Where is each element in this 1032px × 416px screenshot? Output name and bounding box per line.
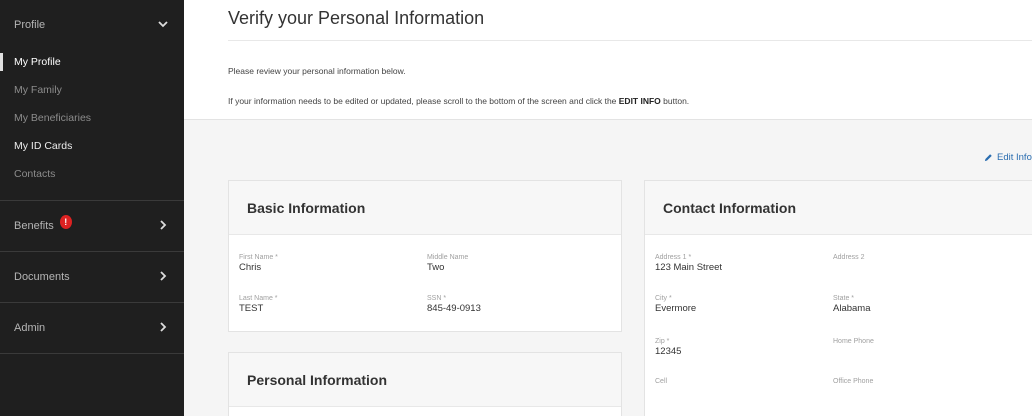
alert-badge: ! bbox=[59, 215, 72, 229]
sidebar-item-my-id-cards[interactable]: My ID Cards bbox=[0, 132, 184, 160]
chevron-right-icon bbox=[156, 270, 170, 284]
field-value: 845-49-0913 bbox=[427, 303, 481, 314]
page-title: Verify your Personal Information bbox=[228, 8, 485, 28]
sidebar-toggle-benefits[interactable]: Benefits ! bbox=[0, 201, 184, 251]
first-name-field: First Name * Chris bbox=[239, 253, 278, 274]
field-value: 12345 bbox=[655, 346, 682, 357]
field-label: City * bbox=[655, 295, 672, 302]
divider bbox=[228, 40, 1032, 41]
sidebar: Profile My Profile My Family My Benefici… bbox=[0, 0, 184, 416]
personal-information-heading: Personal Information bbox=[229, 353, 621, 407]
intro-text: Please review your personal information … bbox=[228, 66, 406, 76]
sidebar-item-my-family[interactable]: My Family bbox=[0, 76, 184, 104]
instructions-text: If your information needs to be edited o… bbox=[228, 96, 689, 106]
sidebar-toggle-admin[interactable]: Admin bbox=[0, 303, 184, 353]
instructions-bold: EDIT INFO bbox=[618, 96, 661, 106]
zip-field: Zip * 12345 bbox=[655, 337, 681, 358]
office-phone-field: Office Phone bbox=[833, 377, 873, 386]
sidebar-label-benefits: Benefits bbox=[14, 220, 54, 232]
field-value: Chris bbox=[239, 262, 262, 273]
chevron-right-icon bbox=[156, 219, 170, 233]
field-value: Evermore bbox=[655, 303, 697, 314]
sidebar-label-profile: Profile bbox=[14, 19, 46, 31]
sidebar-item-my-beneficiaries[interactable]: My Beneficiaries bbox=[0, 104, 184, 132]
pencil-icon bbox=[984, 153, 993, 162]
basic-information-heading: Basic Information bbox=[229, 181, 621, 235]
field-label: Home Phone bbox=[833, 338, 874, 345]
contact-information-card: Contact Information Address 1 * 123 Main… bbox=[644, 180, 1032, 416]
instructions-suffix: button. bbox=[660, 96, 690, 106]
main-content: Verify your Personal Information Please … bbox=[184, 0, 1032, 416]
field-label: Middle Name bbox=[427, 254, 469, 261]
field-label: Address 1 * bbox=[655, 254, 692, 261]
edit-info-link[interactable]: Edit Info bbox=[984, 152, 1032, 163]
personal-information-card: Personal Information bbox=[228, 352, 622, 416]
field-value: 123 Main Street bbox=[655, 262, 723, 273]
contact-information-heading: Contact Information bbox=[645, 181, 1032, 235]
sidebar-section-documents: Documents bbox=[0, 252, 184, 303]
sidebar-section-profile: Profile My Profile My Family My Benefici… bbox=[0, 0, 184, 201]
basic-information-card: Basic Information First Name * Chris Mid… bbox=[228, 180, 622, 332]
edit-info-label: Edit Info bbox=[997, 152, 1032, 163]
field-label: State * bbox=[833, 295, 855, 302]
sidebar-label-documents: Documents bbox=[14, 271, 70, 283]
field-value: Alabama bbox=[833, 303, 871, 314]
cell-field: Cell bbox=[655, 377, 667, 386]
sidebar-item-contacts[interactable]: Contacts bbox=[0, 160, 184, 188]
middle-name-field: Middle Name Two bbox=[427, 253, 468, 274]
field-value: Two bbox=[427, 262, 445, 273]
home-phone-field: Home Phone bbox=[833, 337, 874, 346]
address2-field: Address 2 bbox=[833, 253, 865, 262]
field-label: Office Phone bbox=[833, 378, 874, 385]
field-value: TEST bbox=[239, 303, 264, 314]
ssn-field: SSN * 845-49-0913 bbox=[427, 294, 481, 315]
field-label: Address 2 bbox=[833, 254, 865, 261]
sidebar-item-my-profile[interactable]: My Profile bbox=[0, 48, 184, 76]
sidebar-section-benefits: Benefits ! bbox=[0, 201, 184, 252]
city-field: City * Evermore bbox=[655, 294, 696, 315]
chevron-down-icon bbox=[156, 19, 170, 31]
field-label: Zip * bbox=[655, 338, 670, 345]
field-label: First Name * bbox=[239, 254, 278, 261]
sidebar-label-admin: Admin bbox=[14, 322, 46, 334]
sidebar-profile-submenu: My Profile My Family My Beneficiaries My… bbox=[0, 43, 184, 200]
sidebar-section-admin: Admin bbox=[0, 303, 184, 354]
instructions-prefix: If your information needs to be edited o… bbox=[228, 96, 619, 106]
field-label: Cell bbox=[655, 378, 668, 385]
sidebar-toggle-documents[interactable]: Documents bbox=[0, 252, 184, 302]
last-name-field: Last Name * TEST bbox=[239, 294, 278, 315]
field-label: Last Name * bbox=[239, 295, 278, 302]
field-label: SSN * bbox=[427, 295, 447, 302]
chevron-right-icon bbox=[156, 321, 170, 335]
state-field: State * Alabama bbox=[833, 294, 871, 315]
address1-field: Address 1 * 123 Main Street bbox=[655, 253, 722, 274]
page-header: Verify your Personal Information Please … bbox=[184, 0, 1032, 120]
